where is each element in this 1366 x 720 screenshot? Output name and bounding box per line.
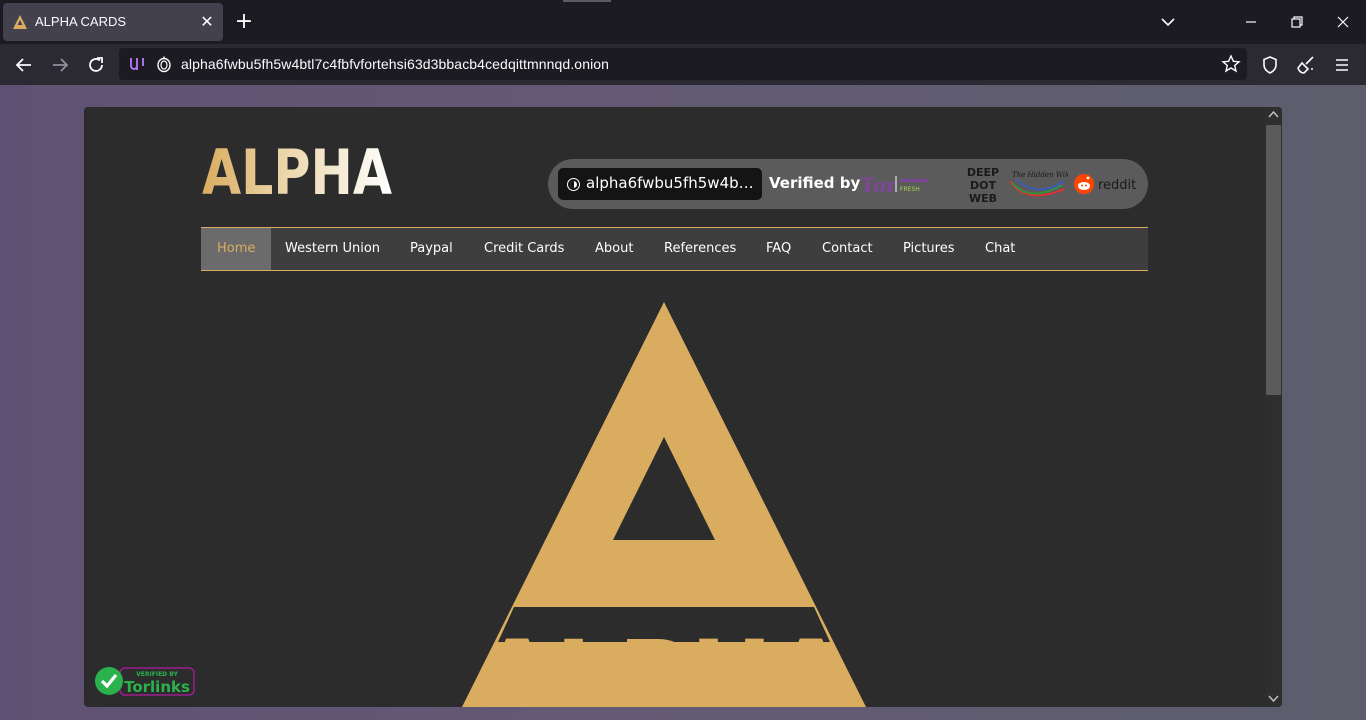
nav-paypal[interactable]: Paypal [394,228,469,270]
nav-faq[interactable]: FAQ [750,228,807,270]
onion-address: alpha6fwbu5fh5w4btl7c4fbfvfortehsi63d3bb… [586,174,758,192]
deep-dot-web-badge[interactable]: DEEP DOT WEB [966,164,1000,204]
tab-bar: ALPHA CARDS ✕ + [0,0,1366,44]
nav-credit-cards[interactable]: Credit Cards [468,228,580,270]
page-viewport: ALPHA alpha6fwbu5fh5w4btl7c4fbfvfortehsi… [0,85,1366,720]
plus-icon[interactable]: + [232,10,256,34]
svg-text:VERIFIED BY: VERIFIED BY [136,671,178,678]
close-icon[interactable]: ✕ [197,12,217,32]
page-scrollbar[interactable] [1265,107,1282,707]
scroll-up-icon[interactable] [1268,110,1279,120]
nav-references[interactable]: References [648,228,752,270]
menu-icon[interactable] [1329,52,1355,78]
shield-icon[interactable] [1257,52,1283,78]
scroll-thumb[interactable] [1266,125,1281,395]
navigation-toolbar: alpha6fwbu5fh5w4btl7c4fbfvfortehsi63d3bb… [0,44,1366,85]
verified-by-label: Verified by [769,174,861,192]
svg-text:DOT: DOT [970,179,996,192]
svg-text:Tor: Tor [860,173,897,197]
tab-title: ALPHA CARDS [35,14,127,29]
alpha-favicon [13,15,27,29]
tor-badge[interactable]: Tor FRESH [860,171,930,197]
back-arrow-icon[interactable] [11,52,37,78]
svg-text:WEB: WEB [969,192,997,204]
onion-address-box[interactable]: alpha6fwbu5fh5w4btl7c4fbfvfortehsi63d3bb… [558,168,762,200]
svg-text:reddit: reddit [1098,178,1136,193]
nav-chat[interactable]: Chat [969,228,1031,270]
torlinks-verified-badge[interactable]: VERIFIED BY Torlinks [94,665,196,697]
main-navigation: Home Western Union Paypal Credit Cards A… [201,227,1148,271]
svg-text:ALPHA: ALPHA [202,142,392,197]
extension-icon[interactable] [127,54,147,74]
svg-text:ALPHA: ALPHA [479,621,849,707]
reddit-badge[interactable]: reddit [1074,173,1140,195]
nav-contact[interactable]: Contact [806,228,889,270]
nav-western-union[interactable]: Western Union [269,228,396,270]
close-window-icon[interactable] [1331,10,1355,34]
nav-home[interactable]: Home [201,228,272,270]
svg-text:FRESH: FRESH [900,186,920,193]
broom-icon[interactable] [1293,52,1319,78]
nav-about[interactable]: About [579,228,649,270]
scroll-down-icon[interactable] [1268,693,1279,703]
hero-alpha-logo: ALPHA [462,302,866,707]
tab-scroll-indicator [563,0,611,2]
onion-icon [568,179,579,190]
nav-pictures[interactable]: Pictures [887,228,970,270]
minimize-icon[interactable] [1239,10,1263,34]
hidden-wiki-badge[interactable]: The Hidden Wiki [1006,165,1068,203]
alpha-logo[interactable]: ALPHA [202,142,394,197]
restore-icon[interactable] [1285,10,1309,34]
svg-text:Torlinks: Torlinks [124,678,190,696]
url-text: alpha6fwbu5fh5w4btl7c4fbfvfortehsi63d3bb… [181,56,610,72]
svg-text:The Hidden Wiki: The Hidden Wiki [1012,171,1068,179]
url-bar[interactable]: alpha6fwbu5fh5w4btl7c4fbfvfortehsi63d3bb… [119,48,1247,80]
onion-lock-icon[interactable] [155,55,173,73]
star-icon[interactable] [1221,54,1241,74]
svg-text:DEEP: DEEP [967,166,999,179]
chevron-down-icon[interactable] [1156,10,1180,34]
site-container: ALPHA alpha6fwbu5fh5w4btl7c4fbfvfortehsi… [84,107,1282,707]
tab-alpha-cards[interactable]: ALPHA CARDS ✕ [3,3,223,41]
reload-icon[interactable] [83,52,109,78]
verified-by-bar: alpha6fwbu5fh5w4btl7c4fbfvfortehsi63d3bb… [548,159,1148,209]
forward-arrow-icon[interactable] [47,52,73,78]
